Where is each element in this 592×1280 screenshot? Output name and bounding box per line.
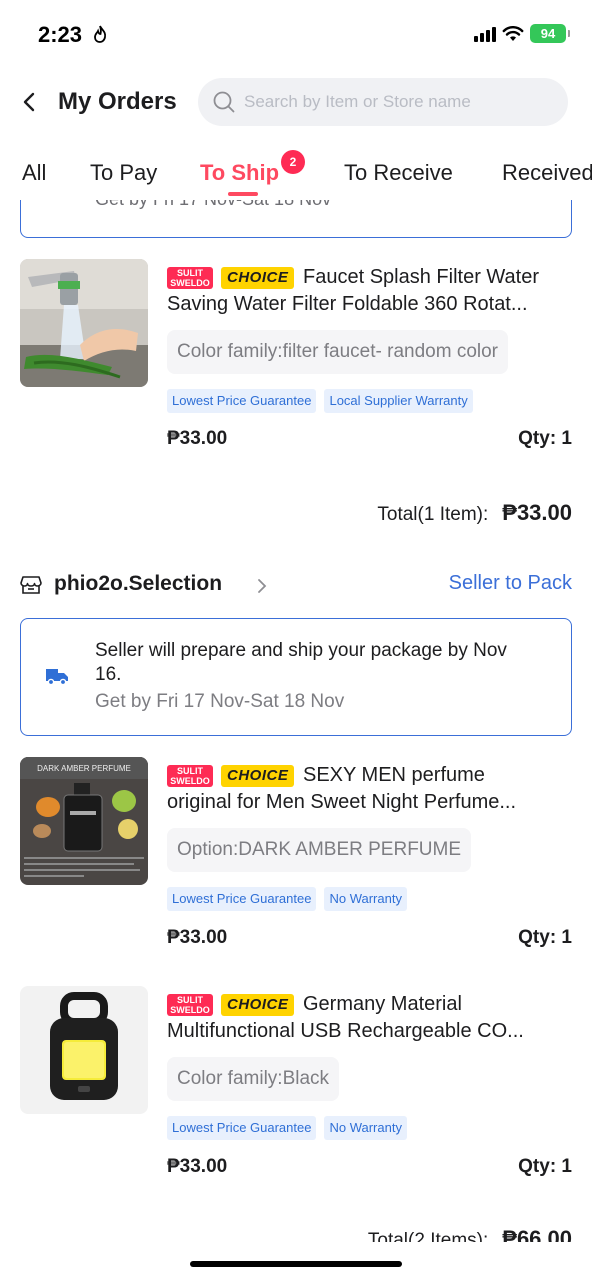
order-total: Total(1 Item): ₱33.00 <box>377 500 572 526</box>
search-icon <box>213 91 235 113</box>
order-total-label: Total(1 Item): <box>377 504 489 525</box>
tab-received[interactable]: Received <box>502 160 592 186</box>
order-total-value: ₱33.00 <box>502 500 572 525</box>
status-indicators: 94 <box>474 24 570 43</box>
warranty-tag: Local Supplier Warranty <box>324 389 473 413</box>
faucet-filter-image <box>20 259 148 387</box>
flame-icon <box>94 25 107 43</box>
product-tags: Lowest Price Guarantee No Warranty <box>167 887 407 911</box>
guarantee-tag: Lowest Price Guarantee <box>167 389 317 413</box>
cob-light-image <box>20 986 148 1114</box>
shipping-message: Seller will prepare and ship your packag… <box>95 640 507 685</box>
product-quantity: Qty: 1 <box>518 428 572 449</box>
product-price: ₱33.00 <box>167 1156 228 1177</box>
search-input[interactable] <box>244 78 554 126</box>
order-status-tabs: All To Pay To Ship 2 To Receive Received <box>0 150 592 200</box>
product-quantity: Qty: 1 <box>518 1156 572 1177</box>
product-title[interactable]: Faucet Splash Filter Water Saving Water … <box>167 264 573 318</box>
order-total-value: ₱66.00 <box>502 1226 572 1242</box>
tab-count-badge: 2 <box>281 150 305 174</box>
shipping-info-box[interactable]: Seller will prepare and ship your packag… <box>20 618 572 736</box>
order-total-label: Total(2 Items): <box>367 1230 489 1242</box>
order-status: Seller to Pack <box>448 572 572 594</box>
shipping-info-box[interactable]: Get by Fri 17 Nov-Sat 18 Nov <box>20 200 572 238</box>
store-name[interactable]: phio2o.Selection <box>54 572 222 596</box>
tab-all[interactable]: All <box>22 160 46 186</box>
product-variant: Color family:filter faucet- random color <box>167 330 508 374</box>
wifi-icon <box>502 25 524 41</box>
product-variant: Option:DARK AMBER PERFUME <box>167 828 472 872</box>
tab-to-receive[interactable]: To Receive <box>344 160 453 186</box>
status-bar: 2:23 94 <box>0 0 592 70</box>
product-variant: Color family:Black <box>167 1057 340 1101</box>
warranty-tag: No Warranty <box>324 1116 407 1140</box>
header: My Orders <box>0 78 592 128</box>
tab-to-ship[interactable]: To Ship <box>200 160 279 186</box>
battery-icon: 94 <box>530 24 570 43</box>
active-tab-indicator <box>228 192 258 196</box>
status-time: 2:23 <box>38 22 83 47</box>
perfume-image-caption: DARK AMBER PERFUME <box>37 764 131 773</box>
guarantee-tag: Lowest Price Guarantee <box>167 1116 317 1140</box>
warranty-tag: No Warranty <box>324 887 407 911</box>
store-header[interactable]: phio2o.Selection Seller to Pack <box>20 570 572 600</box>
cellular-signal-icon <box>474 26 496 42</box>
store-icon <box>20 576 42 594</box>
back-arrow-icon[interactable] <box>20 90 40 114</box>
product-tags: Lowest Price Guarantee No Warranty <box>167 1116 407 1140</box>
shipping-date: Get by Fri 17 Nov-Sat 18 Nov <box>95 691 345 712</box>
product-price: ₱33.00 <box>167 428 228 449</box>
perfume-image: DARK AMBER PERFUME <box>20 757 148 885</box>
page-title: My Orders <box>58 88 177 115</box>
order-total: Total(2 Items): ₱66.00 <box>368 1226 572 1242</box>
search-box[interactable] <box>198 78 568 126</box>
shipping-date: Get by Fri 17 Nov-Sat 18 Nov <box>95 200 331 210</box>
chevron-right-icon[interactable] <box>256 577 268 595</box>
guarantee-tag: Lowest Price Guarantee <box>167 887 317 911</box>
product-quantity: Qty: 1 <box>518 927 572 948</box>
home-indicator[interactable] <box>190 1261 402 1267</box>
product-title[interactable]: SEXY MEN perfume original for Men Sweet … <box>167 762 573 816</box>
product-price: ₱33.00 <box>167 927 228 948</box>
product-tags: Lowest Price Guarantee Local Supplier Wa… <box>167 389 473 413</box>
product-title[interactable]: Germany Material Multifunctional USB Rec… <box>167 991 573 1045</box>
truck-icon <box>46 669 68 686</box>
orders-list[interactable]: Get by Fri 17 Nov-Sat 18 Nov SULIT SWELD… <box>0 200 592 1242</box>
tab-to-pay[interactable]: To Pay <box>90 160 157 186</box>
